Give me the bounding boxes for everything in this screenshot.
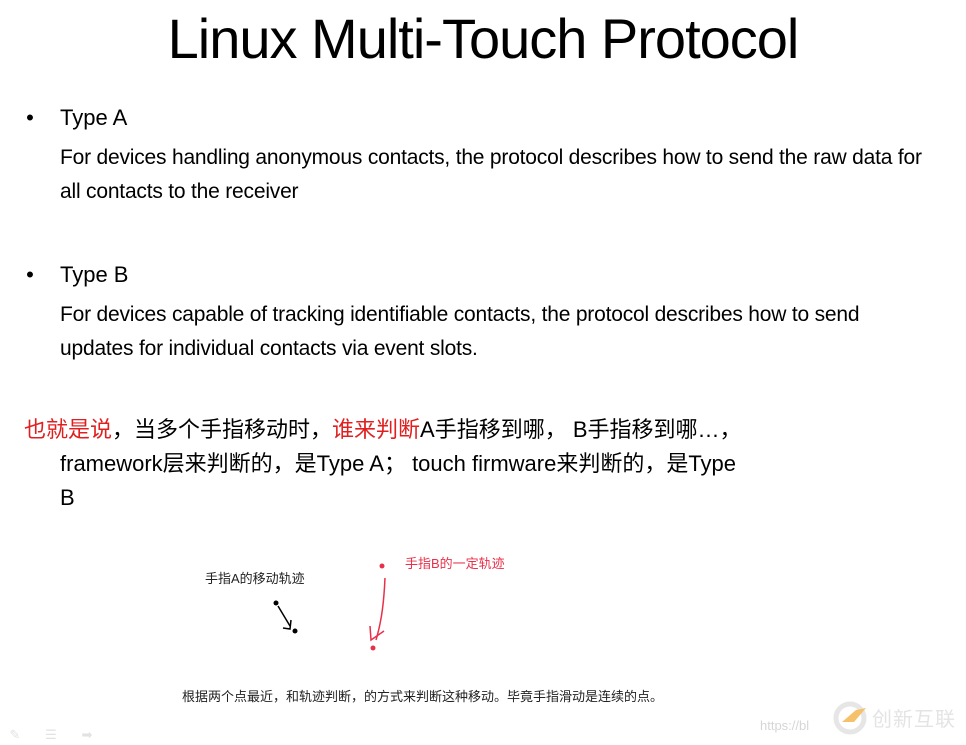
type-a-description: For devices handling anonymous contacts,… [60,146,922,203]
summary-text-2: A手指移到哪， B手指移到哪…， [420,417,742,442]
summary-paragraph: 也就是说，当多个手指移动时，谁来判断A手指移到哪， B手指移到哪…， frame… [24,413,924,515]
finger-a-start-point [273,600,279,606]
bullet-marker: • [26,105,34,130]
summary-highlight-2: 谁来判断 [332,417,421,442]
finger-a-path [277,605,291,627]
summary-line-2: framework层来判断的，是Type A； touch firmware来判… [60,451,737,476]
pen-icon[interactable]: ✎ [6,728,24,742]
figure-caption: 根据两个点最近，和轨迹判断，的方式来判断这种移动。毕竟手指滑动是连续的点。 [182,689,664,704]
slide-title: Linux Multi-Touch Protocol [167,7,800,70]
summary-line-3: B [60,485,75,510]
brand-logo-icon [833,701,867,735]
bullet-label: Type B [60,262,129,287]
finger-a-end-point [292,628,298,634]
next-slide-icon[interactable]: ➡ [78,728,96,742]
finger-b-end-point [370,645,376,651]
bullet-marker: • [26,262,34,287]
summary-highlight-1: 也就是说 [24,417,113,442]
type-b-description: For devices capable of tracking identifi… [60,303,860,360]
slide-nav-controls: ✎ ☰ ➡ [6,728,96,742]
watermark-url: https://bl [760,718,810,733]
trajectory-drawing [273,563,386,651]
finger-b-trajectory [369,563,386,651]
watermark-brand: 创新互联 [872,709,956,731]
menu-icon[interactable]: ☰ [42,728,60,742]
bullet-label: Type A [60,105,128,130]
summary-text-1: ，当多个手指移动时， [112,417,333,442]
finger-a-trajectory [273,600,298,634]
finger-b-start-point [379,563,385,569]
